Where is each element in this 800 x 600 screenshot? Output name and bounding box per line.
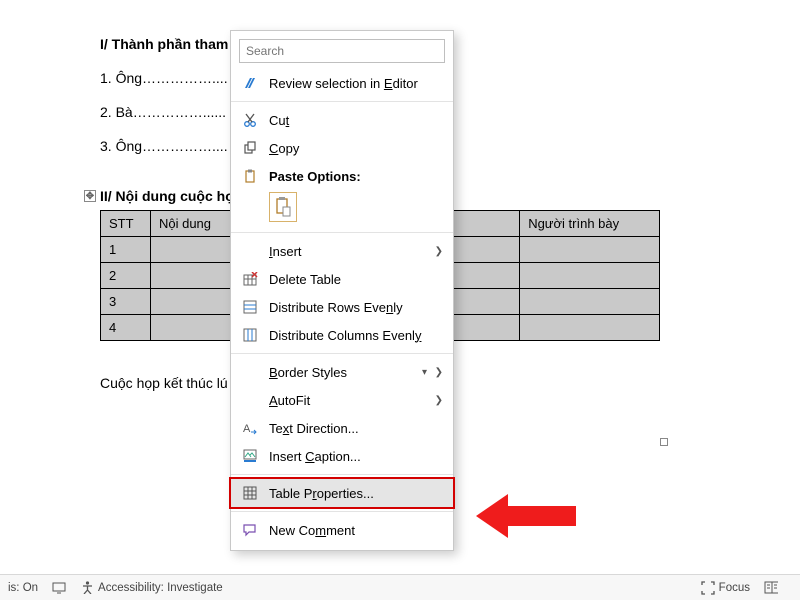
menu-search-input[interactable]	[239, 39, 445, 63]
distribute-rows-icon	[241, 300, 259, 314]
menu-text-direction[interactable]: A Text Direction...	[231, 414, 453, 442]
status-bar: is: On Accessibility: Investigate Focus	[0, 574, 800, 600]
delete-table-icon	[241, 272, 259, 286]
text-direction-icon: A	[241, 421, 259, 435]
menu-autofit[interactable]: AutoFit ❯	[231, 386, 453, 414]
table-properties-icon	[241, 486, 259, 500]
clipboard-icon	[241, 169, 259, 183]
paste-keep-source-button[interactable]	[269, 192, 297, 222]
table-resize-handle[interactable]	[660, 438, 668, 446]
context-menu: Review selection in Editor Cut Copy Past…	[230, 30, 454, 551]
menu-insert-caption[interactable]: Insert Caption...	[231, 442, 453, 470]
chevron-right-icon: ❯	[435, 367, 443, 378]
read-mode-icon	[764, 581, 778, 595]
menu-new-comment[interactable]: New Comment	[231, 516, 453, 544]
accessibility-icon	[80, 581, 94, 595]
menu-paste-options	[231, 190, 453, 228]
menu-distribute-rows[interactable]: Distribute Rows Evenly	[231, 293, 453, 321]
comment-icon	[241, 523, 259, 537]
menu-paste-options-label: Paste Options:	[231, 162, 453, 190]
menu-separator	[231, 474, 453, 475]
caption-icon	[241, 449, 259, 463]
status-display-settings[interactable]	[52, 581, 66, 595]
distribute-cols-icon	[241, 328, 259, 342]
status-accessibility[interactable]: Accessibility: Investigate	[80, 581, 223, 595]
editor-icon	[241, 76, 259, 91]
menu-delete-table[interactable]: Delete Table	[231, 265, 453, 293]
menu-separator	[231, 511, 453, 512]
menu-search	[239, 39, 445, 63]
col-header[interactable]: STT	[101, 211, 151, 237]
menu-cut[interactable]: Cut	[231, 106, 453, 134]
display-icon	[52, 581, 66, 595]
svg-text:A: A	[243, 423, 251, 435]
menu-separator	[231, 353, 453, 354]
menu-separator	[231, 101, 453, 102]
menu-distribute-columns[interactable]: Distribute Columns Evenly	[231, 321, 453, 349]
callout-arrow	[476, 494, 576, 538]
col-header[interactable]: Nội dung	[150, 211, 230, 237]
chevron-right-icon: ❯	[435, 246, 443, 257]
status-view-button[interactable]	[764, 581, 778, 595]
chevron-down-icon: ▾	[422, 367, 427, 378]
menu-border-styles[interactable]: Border Styles ▾ ❯	[231, 358, 453, 386]
chevron-right-icon: ❯	[435, 395, 443, 406]
status-focus-mode[interactable]: Focus	[701, 581, 750, 595]
menu-review-selection[interactable]: Review selection in Editor	[231, 69, 453, 97]
menu-separator	[231, 232, 453, 233]
menu-table-properties[interactable]: Table Properties...	[231, 479, 453, 507]
scissors-icon	[241, 113, 259, 127]
col-header[interactable]: Người trình bày	[520, 211, 660, 237]
focus-icon	[701, 581, 715, 595]
table-move-handle[interactable]: ✥	[84, 190, 96, 202]
status-track-changes[interactable]: is: On	[8, 582, 38, 594]
copy-icon	[241, 141, 259, 155]
menu-copy[interactable]: Copy	[231, 134, 453, 162]
menu-insert[interactable]: Insert ❯	[231, 237, 453, 265]
